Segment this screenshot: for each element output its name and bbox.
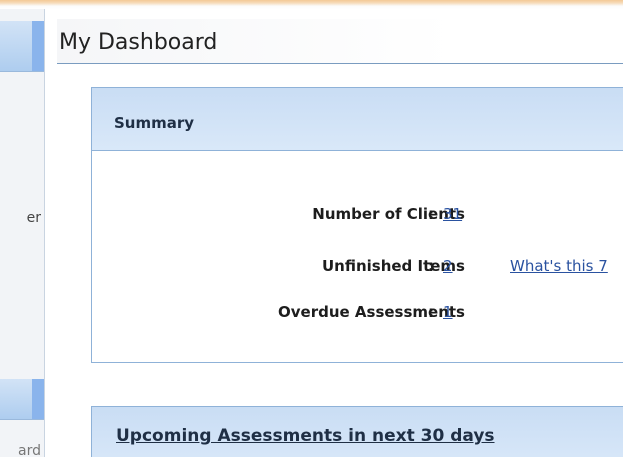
clients-count-link[interactable]: 31 [443,205,462,223]
sidebar-item-label[interactable]: er [27,210,41,226]
page-title-bar: My Dashboard [57,19,623,64]
whats-this-link[interactable]: What's this 7 [510,257,608,275]
overdue-count-link[interactable]: 1 [443,303,453,321]
stat-separator: : [428,303,434,321]
app-window: er ard My Dashboard Summary Number of Cl… [0,0,623,457]
left-sidebar: er ard [0,9,45,457]
unfinished-count-link[interactable]: 2 [443,257,453,275]
stat-separator: : [428,257,434,275]
upcoming-panel: Upcoming Assessments in next 30 days [91,406,623,457]
stat-row-overdue: Overdue Assessments : 1 [92,303,623,325]
summary-panel-title: Summary [114,114,195,132]
summary-panel: Summary Number of Clients : 31 Unfinishe… [91,87,623,363]
summary-panel-header: Summary [92,88,623,151]
sidebar-header-accent [32,21,44,71]
stat-label: Overdue Assessments [278,303,465,321]
sidebar-section-header[interactable] [0,21,44,72]
top-accent-bar [0,0,623,9]
stat-row-clients: Number of Clients : 31 [92,205,623,227]
main-content: My Dashboard Summary Number of Clients :… [45,9,623,457]
upcoming-assessments-link[interactable]: Upcoming Assessments in next 30 days [116,426,495,446]
sidebar-section-header[interactable] [0,379,44,420]
page-title: My Dashboard [59,30,218,55]
sidebar-item-label[interactable]: ard [18,443,41,457]
upcoming-panel-header: Upcoming Assessments in next 30 days [92,407,623,457]
stat-row-unfinished: Unfinished Items : 2 What's this 7 [92,257,623,279]
sidebar-header-accent [32,379,44,419]
stat-separator: : [428,205,434,223]
